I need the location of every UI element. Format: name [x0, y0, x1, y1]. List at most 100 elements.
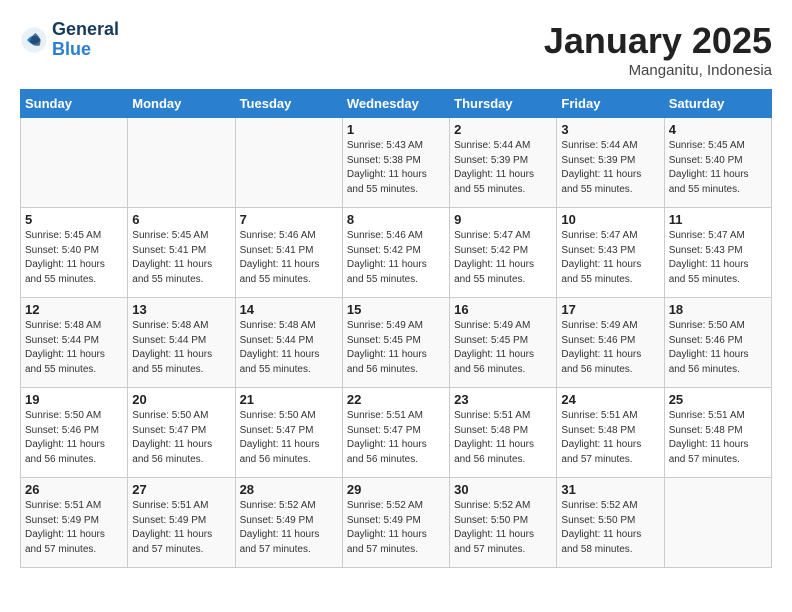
day-number: 6	[132, 212, 230, 227]
weekday-header-friday: Friday	[557, 90, 664, 118]
cell-info: Sunrise: 5:43 AM Sunset: 5:38 PM Dayligh…	[347, 139, 445, 197]
day-number: 16	[454, 302, 552, 317]
day-number: 7	[240, 212, 338, 227]
calendar-cell: 1 Sunrise: 5:43 AM Sunset: 5:38 PM Daylig…	[342, 118, 449, 208]
day-number: 12	[25, 302, 123, 317]
calendar-cell: 26 Sunrise: 5:51 AM Sunset: 5:49 PM Dayli…	[21, 478, 128, 568]
calendar-cell: 7 Sunrise: 5:46 AM Sunset: 5:41 PM Daylig…	[235, 208, 342, 298]
logo: GeneralBlue	[20, 20, 119, 60]
week-row-3: 12 Sunrise: 5:48 AM Sunset: 5:44 PM Dayli…	[21, 298, 772, 388]
day-number: 31	[561, 482, 659, 497]
day-number: 11	[669, 212, 767, 227]
calendar-cell: 29 Sunrise: 5:52 AM Sunset: 5:49 PM Dayli…	[342, 478, 449, 568]
cell-info: Sunrise: 5:47 AM Sunset: 5:42 PM Dayligh…	[454, 229, 552, 287]
cell-info: Sunrise: 5:52 AM Sunset: 5:50 PM Dayligh…	[454, 499, 552, 557]
weekday-header-saturday: Saturday	[664, 90, 771, 118]
cell-info: Sunrise: 5:48 AM Sunset: 5:44 PM Dayligh…	[132, 319, 230, 377]
calendar-cell: 16Sunrise: 5:49 AM Sunset: 5:45 PM Dayli…	[450, 298, 557, 388]
weekday-header-sunday: Sunday	[21, 90, 128, 118]
calendar-cell	[128, 118, 235, 208]
week-row-5: 26 Sunrise: 5:51 AM Sunset: 5:49 PM Dayli…	[21, 478, 772, 568]
cell-info: Sunrise: 5:50 AM Sunset: 5:46 PM Dayligh…	[25, 409, 123, 467]
cell-info: Sunrise: 5:49 AM Sunset: 5:45 PM Dayligh…	[347, 319, 445, 377]
week-row-2: 5 Sunrise: 5:45 AM Sunset: 5:40 PM Daylig…	[21, 208, 772, 298]
cell-info: Sunrise: 5:52 AM Sunset: 5:49 PM Dayligh…	[347, 499, 445, 557]
calendar-title: January 2025	[544, 20, 772, 62]
cell-info: Sunrise: 5:46 AM Sunset: 5:42 PM Dayligh…	[347, 229, 445, 287]
calendar-cell: 22 Sunrise: 5:51 AM Sunset: 5:47 PM Dayli…	[342, 388, 449, 478]
calendar-cell: 8Sunrise: 5:46 AM Sunset: 5:42 PM Daylig…	[342, 208, 449, 298]
calendar-cell: 24Sunrise: 5:51 AM Sunset: 5:48 PM Dayli…	[557, 388, 664, 478]
day-number: 20	[132, 392, 230, 407]
calendar-cell: 20 Sunrise: 5:50 AM Sunset: 5:47 PM Dayli…	[128, 388, 235, 478]
cell-info: Sunrise: 5:47 AM Sunset: 5:43 PM Dayligh…	[561, 229, 659, 287]
calendar-cell: 6 Sunrise: 5:45 AM Sunset: 5:41 PM Daylig…	[128, 208, 235, 298]
day-number: 23	[454, 392, 552, 407]
page-header: GeneralBlue January 2025 Manganitu, Indo…	[20, 20, 772, 79]
calendar-cell: 31 Sunrise: 5:52 AM Sunset: 5:50 PM Dayli…	[557, 478, 664, 568]
cell-info: Sunrise: 5:45 AM Sunset: 5:40 PM Dayligh…	[25, 229, 123, 287]
cell-info: Sunrise: 5:48 AM Sunset: 5:44 PM Dayligh…	[240, 319, 338, 377]
logo-icon	[20, 26, 48, 54]
day-number: 27	[132, 482, 230, 497]
day-number: 13	[132, 302, 230, 317]
day-number: 21	[240, 392, 338, 407]
calendar-cell: 4 Sunrise: 5:45 AM Sunset: 5:40 PM Daylig…	[664, 118, 771, 208]
title-block: January 2025 Manganitu, Indonesia	[544, 20, 772, 79]
day-number: 25	[669, 392, 767, 407]
cell-info: Sunrise: 5:44 AM Sunset: 5:39 PM Dayligh…	[561, 139, 659, 197]
day-number: 4	[669, 122, 767, 137]
day-number: 9	[454, 212, 552, 227]
cell-info: Sunrise: 5:45 AM Sunset: 5:41 PM Dayligh…	[132, 229, 230, 287]
cell-info: Sunrise: 5:47 AM Sunset: 5:43 PM Dayligh…	[669, 229, 767, 287]
day-number: 1	[347, 122, 445, 137]
day-number: 22	[347, 392, 445, 407]
cell-info: Sunrise: 5:51 AM Sunset: 5:48 PM Dayligh…	[561, 409, 659, 467]
day-number: 14	[240, 302, 338, 317]
calendar-cell: 18Sunrise: 5:50 AM Sunset: 5:46 PM Dayli…	[664, 298, 771, 388]
logo-text: GeneralBlue	[52, 20, 119, 60]
weekday-header-row: SundayMondayTuesdayWednesdayThursdayFrid…	[21, 90, 772, 118]
calendar-cell: 15 Sunrise: 5:49 AM Sunset: 5:45 PM Dayli…	[342, 298, 449, 388]
week-row-1: 1 Sunrise: 5:43 AM Sunset: 5:38 PM Daylig…	[21, 118, 772, 208]
calendar-cell: 9 Sunrise: 5:47 AM Sunset: 5:42 PM Daylig…	[450, 208, 557, 298]
cell-info: Sunrise: 5:51 AM Sunset: 5:49 PM Dayligh…	[25, 499, 123, 557]
calendar-table: SundayMondayTuesdayWednesdayThursdayFrid…	[20, 89, 772, 568]
cell-info: Sunrise: 5:51 AM Sunset: 5:48 PM Dayligh…	[669, 409, 767, 467]
cell-info: Sunrise: 5:51 AM Sunset: 5:49 PM Dayligh…	[132, 499, 230, 557]
cell-info: Sunrise: 5:52 AM Sunset: 5:50 PM Dayligh…	[561, 499, 659, 557]
day-number: 30	[454, 482, 552, 497]
calendar-cell: 19 Sunrise: 5:50 AM Sunset: 5:46 PM Dayli…	[21, 388, 128, 478]
cell-info: Sunrise: 5:48 AM Sunset: 5:44 PM Dayligh…	[25, 319, 123, 377]
calendar-cell: 21 Sunrise: 5:50 AM Sunset: 5:47 PM Dayli…	[235, 388, 342, 478]
cell-info: Sunrise: 5:49 AM Sunset: 5:46 PM Dayligh…	[561, 319, 659, 377]
calendar-cell: 27 Sunrise: 5:51 AM Sunset: 5:49 PM Dayli…	[128, 478, 235, 568]
cell-info: Sunrise: 5:50 AM Sunset: 5:47 PM Dayligh…	[240, 409, 338, 467]
calendar-cell: 30 Sunrise: 5:52 AM Sunset: 5:50 PM Dayli…	[450, 478, 557, 568]
cell-info: Sunrise: 5:46 AM Sunset: 5:41 PM Dayligh…	[240, 229, 338, 287]
weekday-header-thursday: Thursday	[450, 90, 557, 118]
day-number: 3	[561, 122, 659, 137]
calendar-cell: 3 Sunrise: 5:44 AM Sunset: 5:39 PM Daylig…	[557, 118, 664, 208]
day-number: 29	[347, 482, 445, 497]
cell-info: Sunrise: 5:44 AM Sunset: 5:39 PM Dayligh…	[454, 139, 552, 197]
day-number: 5	[25, 212, 123, 227]
calendar-cell: 13 Sunrise: 5:48 AM Sunset: 5:44 PM Dayli…	[128, 298, 235, 388]
cell-info: Sunrise: 5:45 AM Sunset: 5:40 PM Dayligh…	[669, 139, 767, 197]
calendar-cell: 28 Sunrise: 5:52 AM Sunset: 5:49 PM Dayli…	[235, 478, 342, 568]
weekday-header-wednesday: Wednesday	[342, 90, 449, 118]
cell-info: Sunrise: 5:52 AM Sunset: 5:49 PM Dayligh…	[240, 499, 338, 557]
calendar-cell	[21, 118, 128, 208]
calendar-cell: 25 Sunrise: 5:51 AM Sunset: 5:48 PM Dayli…	[664, 388, 771, 478]
day-number: 15	[347, 302, 445, 317]
day-number: 28	[240, 482, 338, 497]
day-number: 19	[25, 392, 123, 407]
cell-info: Sunrise: 5:50 AM Sunset: 5:47 PM Dayligh…	[132, 409, 230, 467]
calendar-cell	[235, 118, 342, 208]
calendar-cell: 23Sunrise: 5:51 AM Sunset: 5:48 PM Dayli…	[450, 388, 557, 478]
day-number: 26	[25, 482, 123, 497]
day-number: 10	[561, 212, 659, 227]
day-number: 2	[454, 122, 552, 137]
cell-info: Sunrise: 5:51 AM Sunset: 5:47 PM Dayligh…	[347, 409, 445, 467]
calendar-subtitle: Manganitu, Indonesia	[544, 62, 772, 79]
